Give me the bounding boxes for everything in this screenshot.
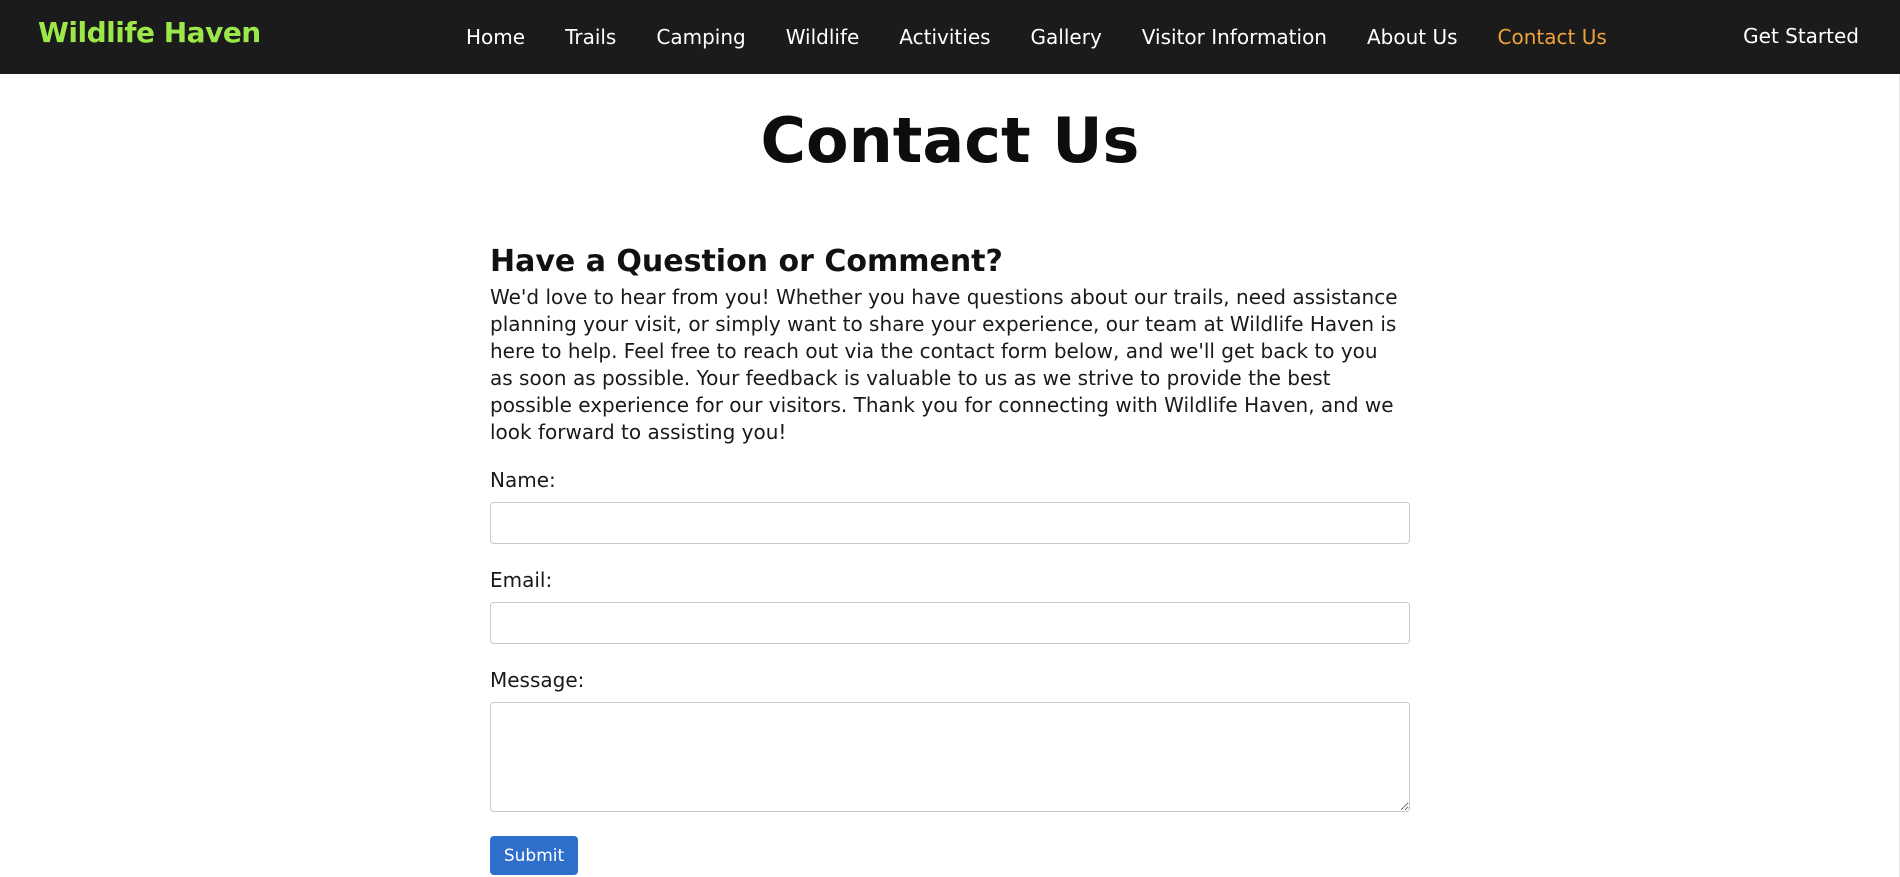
email-input[interactable]: [490, 602, 1410, 644]
brand-logo[interactable]: Wildlife Haven: [38, 16, 261, 49]
nav-link-visitor-information[interactable]: Visitor Information: [1142, 25, 1327, 49]
nav-link-contact-us[interactable]: Contact Us: [1498, 25, 1607, 49]
message-label: Message:: [490, 668, 585, 692]
nav-link-camping[interactable]: Camping: [656, 25, 745, 49]
contact-section: Have a Question or Comment? We'd love to…: [490, 242, 1410, 875]
email-label: Email:: [490, 568, 553, 592]
submit-button[interactable]: Submit: [490, 836, 578, 875]
name-label: Name:: [490, 468, 556, 492]
section-heading: Have a Question or Comment?: [490, 244, 1003, 279]
message-textarea[interactable]: [490, 702, 1410, 812]
name-input[interactable]: [490, 502, 1410, 544]
nav-link-wildlife[interactable]: Wildlife: [786, 25, 860, 49]
page-title: Contact Us: [760, 104, 1140, 177]
nav-links: Home Trails Camping Wildlife Activities …: [466, 0, 1647, 74]
nav-link-about-us[interactable]: About Us: [1367, 25, 1458, 49]
intro-paragraph: We'd love to hear from you! Whether you …: [490, 285, 1398, 444]
nav-link-home[interactable]: Home: [466, 25, 525, 49]
get-started-link[interactable]: Get Started: [1743, 24, 1859, 48]
top-navbar: Wildlife Haven Home Trails Camping Wildl…: [0, 0, 1900, 74]
contact-form: Name: Email: Message: Submit: [490, 468, 1410, 875]
nav-link-gallery[interactable]: Gallery: [1031, 25, 1102, 49]
nav-link-trails[interactable]: Trails: [565, 25, 616, 49]
nav-link-activities[interactable]: Activities: [899, 25, 990, 49]
